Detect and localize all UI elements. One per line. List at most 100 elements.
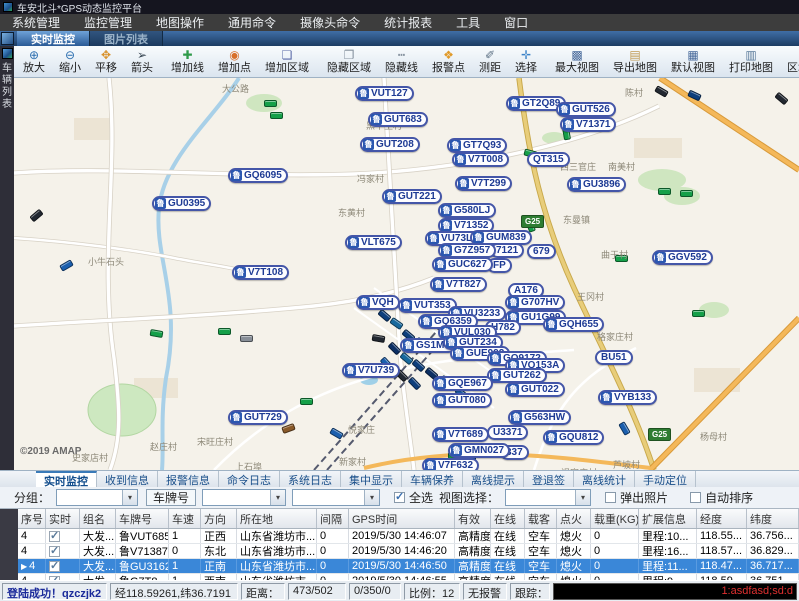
vehicle-plate-label[interactable]: 鲁VLT675	[345, 235, 402, 250]
column-header[interactable]: 有效	[455, 509, 491, 528]
column-header[interactable]: 方向	[201, 509, 237, 528]
vehicle-plate-label[interactable]: 鲁VYB133	[598, 390, 657, 405]
vehicle-plate-label[interactable]: 鲁V7T008	[452, 152, 509, 167]
vehicle-plate-label[interactable]: 鲁V7F632	[422, 458, 479, 470]
vehicle-list-side-tab[interactable]: 车辆列表	[0, 46, 14, 470]
column-header[interactable]: 所在地	[237, 509, 317, 528]
bottom-tab[interactable]: 登退签	[524, 471, 574, 487]
vehicle-plate-label[interactable]: 鲁GMN027	[448, 443, 510, 458]
vehicle-marker-icon[interactable]	[149, 329, 163, 338]
vehicle-marker-icon[interactable]	[654, 85, 669, 98]
column-header[interactable]: 载客	[525, 509, 557, 528]
column-header[interactable]: 车牌号	[116, 509, 169, 528]
vehicle-marker-icon[interactable]	[59, 259, 74, 272]
vehicle-marker-icon[interactable]	[240, 335, 253, 342]
bottom-tab[interactable]: 离线提示	[463, 471, 524, 487]
vehicle-plate-label[interactable]: 鲁V7T827	[430, 277, 487, 292]
vehicle-plate-label[interactable]: 鲁G563HW	[508, 410, 571, 425]
vehicle-plate-label[interactable]: 鲁G707HV	[505, 295, 565, 310]
vehicle-plate-label[interactable]: BU51	[595, 350, 633, 365]
vehicle-plate-label[interactable]: 鲁GQU812	[543, 430, 604, 445]
vehicle-plate-label[interactable]: 鲁GUT208	[360, 137, 420, 152]
vehicle-plate-label[interactable]: 鲁GQ6095	[228, 168, 288, 183]
bottom-tab[interactable]: 实时监控	[36, 471, 97, 487]
toolbar-button-pan-hand[interactable]: ✥平移	[88, 46, 124, 77]
bottom-tab[interactable]: 命令日志	[219, 471, 280, 487]
toolbar-button-default-view[interactable]: ▦默认视图	[664, 46, 722, 77]
vehicle-plate-label[interactable]: 鲁V7T299	[455, 176, 512, 191]
vehicle-plate-label[interactable]: 鲁GT7Q93	[447, 138, 507, 153]
vehicle-plate-label[interactable]: 鲁V71371	[560, 117, 616, 132]
toolbar-button-zoom-out[interactable]: ⊖缩小	[52, 46, 88, 77]
realtime-checkbox[interactable]	[49, 531, 60, 542]
column-header[interactable]: 在线	[491, 509, 525, 528]
toolbar-button-add-point[interactable]: ◉增加点	[211, 46, 258, 77]
column-header[interactable]: 组名	[80, 509, 116, 528]
vehicle-plate-label[interactable]: 鲁G7Z957	[438, 243, 496, 258]
column-header[interactable]: 载重(KG)	[591, 509, 639, 528]
column-header[interactable]: 纬度	[747, 509, 799, 528]
bottom-tab[interactable]: 收到信息	[97, 471, 158, 487]
vehicle-plate-label[interactable]: 鲁GGV592	[652, 250, 713, 265]
table-row[interactable]: 4大发...鲁VUT6851正西山东省潍坊市...02019/5/30 14:4…	[18, 529, 799, 544]
vehicle-plate-label[interactable]: 鲁GUT262	[487, 368, 547, 383]
vehicle-marker-icon[interactable]	[281, 423, 296, 434]
vehicle-marker-icon[interactable]	[329, 427, 344, 440]
table-row[interactable]: ▶4大发...鲁GU31621正南山东省潍坊市...02019/5/30 14:…	[18, 559, 799, 574]
table-row[interactable]: 4大发...鲁V713870东北山东省潍坊市...02019/5/30 14:4…	[18, 544, 799, 559]
toolbar-button-arrow-cursor[interactable]: ➢箭头	[124, 46, 160, 77]
vehicle-plate-label[interactable]: 鲁GU0395	[152, 196, 211, 211]
toolbar-button-select[interactable]: ✛选择	[508, 46, 544, 77]
vehicle-marker-icon[interactable]	[680, 190, 693, 197]
vehicle-marker-icon[interactable]	[371, 334, 385, 343]
main-tab[interactable]: 实时监控	[17, 31, 90, 46]
menu-item[interactable]: 窗口	[492, 14, 540, 31]
toolbar-button-hide-region[interactable]: ❐隐藏区域	[320, 46, 378, 77]
plate-number-button[interactable]: 车牌号	[146, 489, 196, 506]
vehicle-marker-icon[interactable]	[389, 317, 404, 330]
vehicle-marker-icon[interactable]	[411, 359, 425, 373]
toolbar-button-export-map[interactable]: ▤导出地图	[606, 46, 664, 77]
select-all-checkbox[interactable]	[394, 492, 405, 503]
toolbar-button-add-region[interactable]: ❏增加区域	[258, 46, 316, 77]
view-select[interactable]: ▾	[505, 489, 591, 506]
menu-item[interactable]: 通用命令	[216, 14, 288, 31]
vehicle-plate-label[interactable]: 鲁GUT683	[368, 112, 428, 127]
vehicle-marker-icon[interactable]	[264, 100, 277, 107]
plate-select-2[interactable]: ▾	[292, 489, 380, 506]
column-header[interactable]: GPS时间	[349, 509, 455, 528]
plate-select-1[interactable]: ▾	[202, 489, 286, 506]
menu-item[interactable]: 统计报表	[372, 14, 444, 31]
auto-sort-checkbox[interactable]	[690, 492, 701, 503]
vehicle-marker-icon[interactable]	[407, 376, 421, 390]
vehicle-plate-label[interactable]: 鲁GQE967	[432, 376, 493, 391]
menu-item[interactable]: 工具	[444, 14, 492, 31]
bottom-tab[interactable]: 系统日志	[280, 471, 341, 487]
menu-item[interactable]: 监控管理	[72, 14, 144, 31]
menu-item[interactable]: 地图操作	[144, 14, 216, 31]
vehicle-plate-label[interactable]: 鲁GUT080	[432, 393, 492, 408]
vehicle-marker-icon[interactable]	[687, 90, 702, 102]
bottom-tab[interactable]: 车辆保养	[402, 471, 463, 487]
map-canvas[interactable]: 大公路陈村黑牛王村西三官庄南美村冯家村小牛石头东黄村东曼镇曲于村王冈村格家庄村悦…	[14, 78, 799, 470]
realtime-checkbox[interactable]	[49, 546, 60, 557]
vehicle-plate-label[interactable]: 鲁VQH	[356, 295, 400, 310]
vehicle-marker-icon[interactable]	[300, 398, 313, 405]
vehicle-plate-label[interactable]: U3371	[487, 425, 528, 440]
vehicle-plate-label[interactable]: 鲁GUT221	[382, 189, 442, 204]
column-header[interactable]: 经度	[697, 509, 747, 528]
column-header[interactable]: 序号	[18, 509, 46, 528]
column-header[interactable]: 扩展信息	[639, 509, 697, 528]
vehicle-plate-label[interactable]: 鲁V7T108	[232, 265, 289, 280]
menu-item[interactable]: 系统管理	[0, 14, 72, 31]
vehicle-plate-label[interactable]: QT315	[527, 152, 570, 167]
vehicle-marker-icon[interactable]	[218, 328, 231, 335]
vehicle-plate-label[interactable]: 鲁VUT127	[355, 86, 414, 101]
menu-item[interactable]: 摄像头命令	[288, 14, 372, 31]
column-header[interactable]: 间隔	[317, 509, 349, 528]
toolbar-button-zoom-in[interactable]: ⊕放大	[16, 46, 52, 77]
vehicle-plate-label[interactable]: 鲁GU3896	[567, 177, 626, 192]
toolbar-button-region-search[interactable]: ⊙区域查车	[780, 46, 799, 77]
vehicle-marker-icon[interactable]	[618, 421, 631, 436]
main-tab[interactable]: 图片列表	[90, 31, 163, 46]
